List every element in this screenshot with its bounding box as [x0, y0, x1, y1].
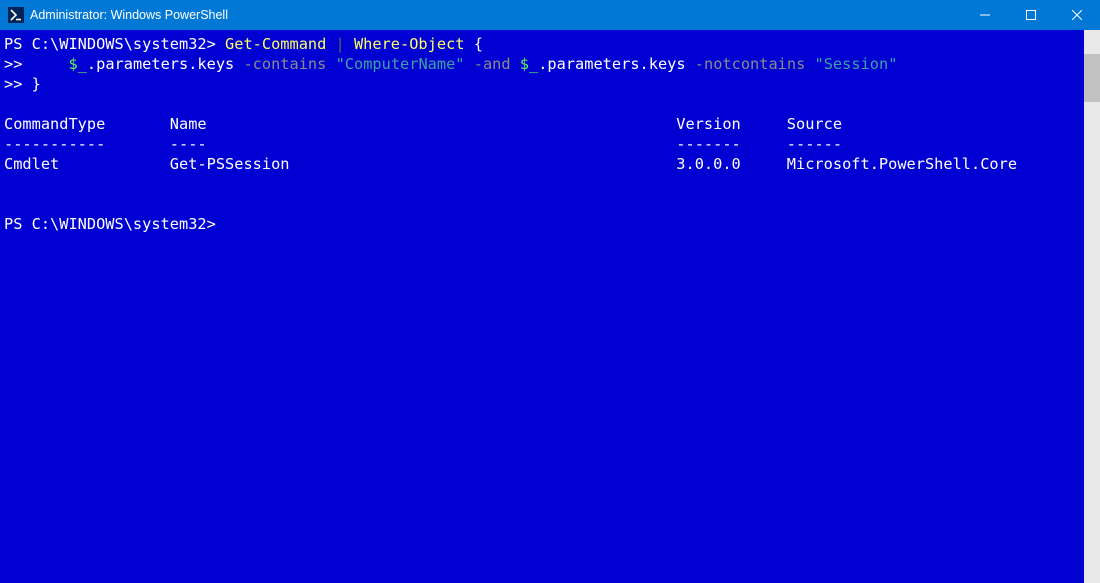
prompt-text: PS C:\WINDOWS\system32>	[4, 215, 216, 233]
scrollbar-thumb[interactable]	[1084, 54, 1100, 102]
indent	[22, 55, 68, 73]
pipe-symbol: |	[336, 35, 354, 53]
output-data-row: Cmdlet Get-PSSession 3.0.0.0 Microsoft.P…	[4, 155, 1017, 173]
output-divider-row: ----------- ---- ------- ------	[4, 135, 842, 153]
property: .parameters.keys	[87, 55, 244, 73]
prompt-text: PS C:\WINDOWS\system32>	[4, 35, 225, 53]
operator: -notcontains	[695, 55, 815, 73]
vertical-scrollbar[interactable]	[1084, 30, 1100, 583]
maximize-icon	[1026, 10, 1036, 20]
cmdlet: Get-Command	[225, 35, 336, 53]
minimize-icon	[980, 10, 990, 20]
string: "ComputerName"	[336, 55, 474, 73]
variable: $_	[520, 55, 538, 73]
maximize-button[interactable]	[1008, 0, 1054, 30]
string: "Session"	[815, 55, 898, 73]
brace: {	[474, 35, 483, 53]
property: .parameters.keys	[538, 55, 695, 73]
powershell-icon	[8, 7, 24, 23]
operator: -and	[474, 55, 520, 73]
close-button[interactable]	[1054, 0, 1100, 30]
window-titlebar: Administrator: Windows PowerShell	[0, 0, 1100, 30]
cmdlet: Where-Object	[354, 35, 474, 53]
terminal-output[interactable]: PS C:\WINDOWS\system32> Get-Command | Wh…	[0, 30, 1084, 583]
minimize-button[interactable]	[962, 0, 1008, 30]
variable: $_	[68, 55, 86, 73]
output-header-row: CommandType Name Version Source	[4, 115, 842, 133]
continuation-prompt: >>	[4, 55, 22, 73]
brace: }	[22, 75, 40, 93]
close-icon	[1072, 10, 1082, 20]
continuation-prompt: >>	[4, 75, 22, 93]
window-title: Administrator: Windows PowerShell	[30, 8, 228, 22]
operator: -contains	[243, 55, 335, 73]
